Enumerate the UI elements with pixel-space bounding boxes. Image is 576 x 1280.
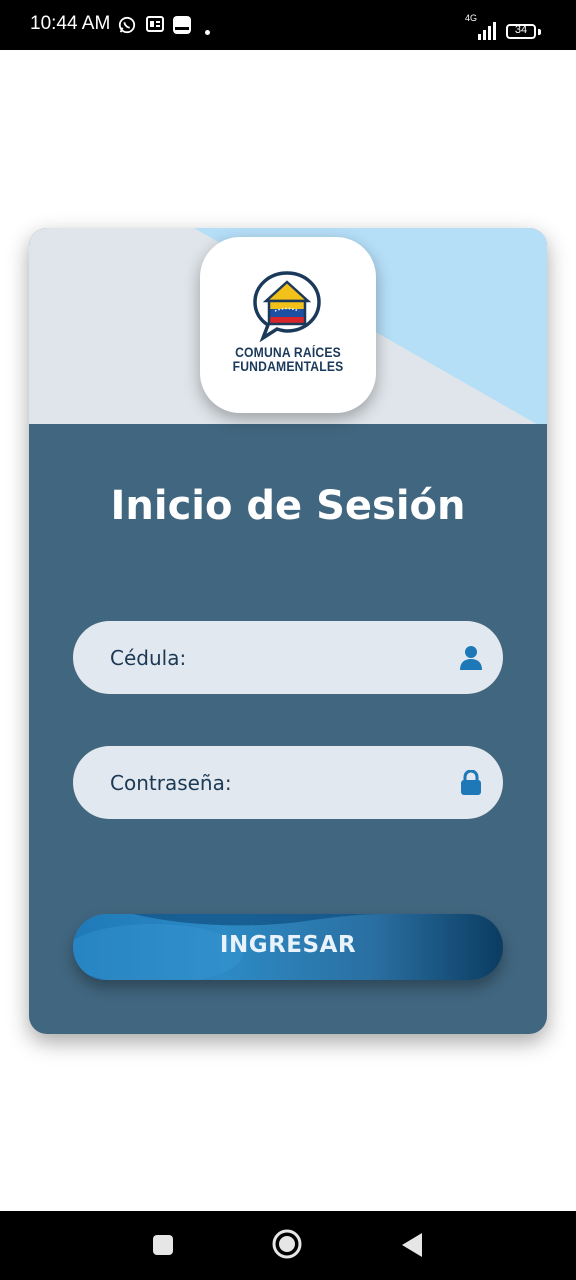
ingresar-button-label: INGRESAR	[219, 932, 357, 958]
ge-icon	[146, 16, 164, 32]
navigation-bar	[0, 1211, 576, 1280]
login-card: COMUNA RAÍCES FUNDAMENTALES Inicio de Se…	[29, 228, 547, 1034]
dot-icon	[205, 30, 210, 35]
status-time: 10:44 AM	[30, 13, 111, 34]
cedula-label: Cédula:	[110, 646, 187, 670]
cedula-field[interactable]: Cédula:	[73, 621, 503, 696]
password-input[interactable]	[248, 746, 452, 821]
recents-icon[interactable]	[153, 1235, 173, 1255]
cedula-input[interactable]	[213, 621, 447, 696]
signal-icon	[478, 22, 496, 40]
message-icon	[173, 16, 191, 34]
battery-level: 34	[514, 24, 528, 36]
back-icon[interactable]	[400, 1232, 424, 1258]
app-logo: COMUNA RAÍCES FUNDAMENTALES	[200, 237, 376, 413]
battery-icon: 34	[506, 24, 536, 39]
battery-tip	[538, 29, 541, 35]
ingresar-button[interactable]: INGRESAR	[73, 914, 503, 980]
home-icon[interactable]	[272, 1229, 302, 1259]
page-title: Inicio de Sesión	[110, 483, 466, 529]
user-icon	[460, 646, 482, 670]
logo-text-line2: FUNDAMENTALES	[232, 359, 344, 374]
whatsapp-icon	[118, 16, 136, 34]
password-field[interactable]: Contraseña:	[73, 746, 503, 821]
lock-icon	[461, 770, 481, 795]
status-bar: 10:44 AM 4G 34	[0, 0, 576, 50]
logo-text-line1: COMUNA RAÍCES	[235, 345, 341, 360]
logo-emblem-icon	[253, 271, 321, 342]
password-label: Contraseña:	[110, 771, 232, 795]
